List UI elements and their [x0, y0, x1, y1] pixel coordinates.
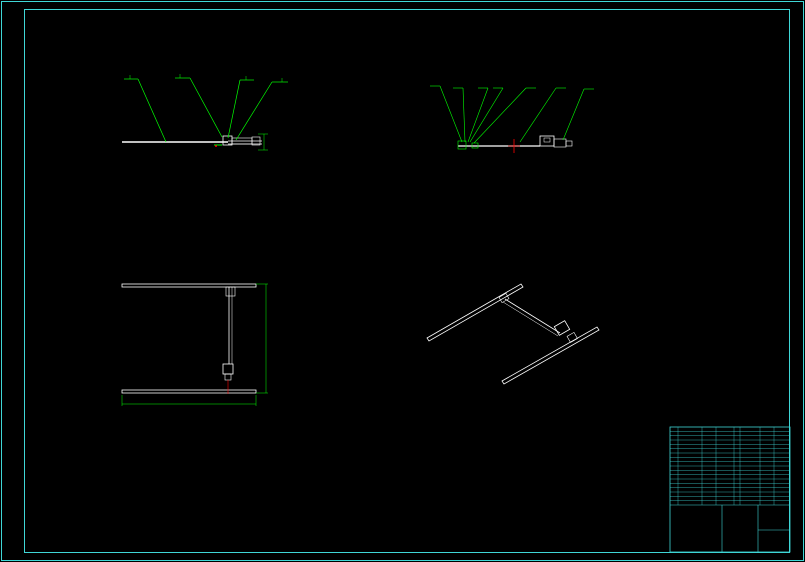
- side-view: [430, 85, 594, 153]
- cad-drawing-canvas: [1, 1, 804, 561]
- actuator-body: [222, 363, 234, 375]
- front-view: [122, 74, 288, 151]
- upper-rail: [121, 283, 257, 288]
- connecting-rod: [504, 298, 561, 334]
- drawing-border: [1, 1, 804, 561]
- actuator-body: [539, 135, 555, 147]
- title-block: [669, 426, 791, 553]
- lower-rail: [121, 389, 257, 394]
- isometric-view: [426, 283, 600, 385]
- title-block-grid: [670, 427, 790, 505]
- side-view-leaders: [430, 85, 594, 144]
- upper-rail: [426, 283, 524, 342]
- lower-rail: [501, 326, 600, 385]
- top-view: [121, 283, 268, 406]
- actuator-body: [553, 320, 571, 336]
- front-view-leaders: [124, 74, 288, 143]
